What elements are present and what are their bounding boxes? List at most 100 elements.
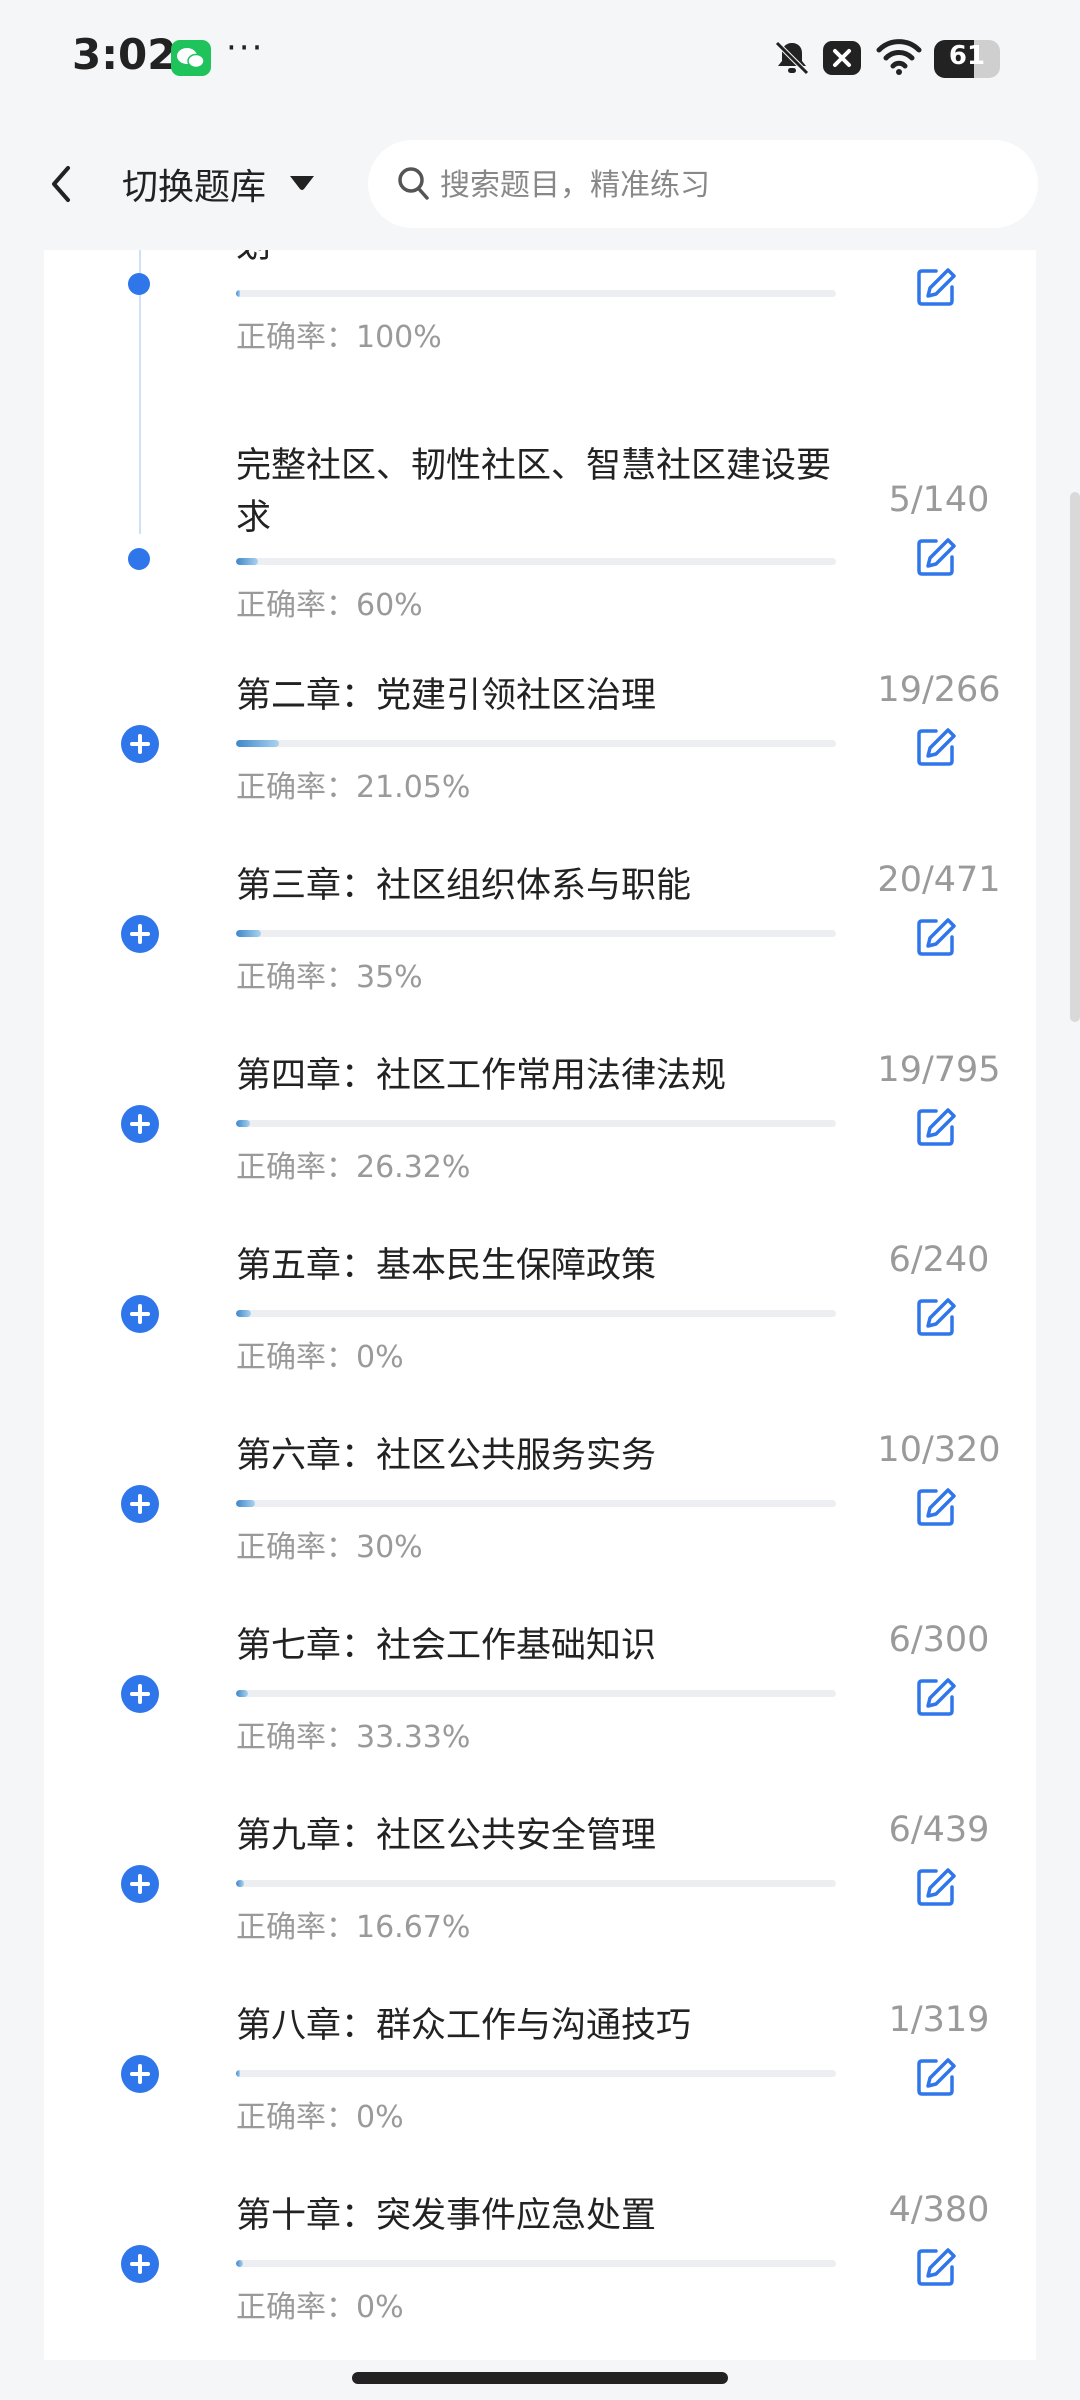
scrollbar[interactable]: [1070, 492, 1080, 1022]
chapter-row[interactable]: 完整社区、韧性社区、智慧社区建设要求 正确率：60% 5/140: [44, 440, 1036, 630]
chapter-row[interactable]: 第二章：党建引领社区治理正确率：21.05% 19/266: [44, 670, 1036, 860]
chapter-row[interactable]: 第九章：社区公共安全管理正确率：16.67% 6/439: [44, 1810, 1036, 2000]
status-bar: 3:02 ··· 61: [0, 0, 1080, 118]
edit-practice-icon[interactable]: [914, 1485, 958, 1533]
battery-icon: 61: [934, 40, 1000, 78]
question-count: 20/471: [877, 860, 1001, 900]
chapter-row[interactable]: 第十章：突发事件应急处置正确率：0% 4/380: [44, 2190, 1036, 2360]
progress-bar: [236, 558, 836, 565]
edit-practice-icon[interactable]: [914, 2055, 958, 2103]
accuracy-text: 正确率：35%: [236, 960, 423, 995]
progress-fill: [236, 558, 258, 565]
back-icon[interactable]: [44, 164, 80, 208]
progress-fill: [236, 1880, 245, 1887]
chapter-row[interactable]: 第三章：社区组织体系与职能正确率：35% 20/471: [44, 860, 1036, 1050]
chapter-title: 第五章：基本民生保障政策: [236, 1246, 657, 1286]
expand-plus-icon[interactable]: [121, 1865, 159, 1903]
more-dots-icon: ···: [226, 28, 265, 68]
chapter-title: 第三章：社区组织体系与职能: [236, 866, 692, 906]
chapter-list: 划正确率：100%1/140完整社区、韧性社区、智慧社区建设要求正确率：60%5…: [44, 250, 1036, 2360]
header: 切换题库: [0, 118, 1080, 250]
chapter-row[interactable]: 第七章：社会工作基础知识 正确率：33.33% 6/300: [44, 1620, 1036, 1810]
bell-off-icon: [772, 38, 812, 82]
timeline-dot-icon: [128, 273, 150, 295]
expand-plus-icon[interactable]: [121, 2245, 159, 2283]
search-input[interactable]: [438, 140, 1022, 230]
wechat-icon: [171, 40, 211, 76]
edit-practice-icon[interactable]: [914, 1865, 958, 1913]
expand-plus-icon[interactable]: [121, 725, 159, 763]
edit-practice-icon[interactable]: [914, 1105, 958, 1153]
chapter-title: 完整社区、韧性社区、智慧社区建设要求: [236, 446, 832, 538]
progress-bar: [236, 1690, 836, 1697]
progress-fill: [236, 930, 262, 937]
progress-fill: [236, 290, 241, 297]
edit-practice-icon[interactable]: [914, 1675, 958, 1723]
accuracy-text: 正确率：100%: [236, 320, 442, 355]
progress-bar: [236, 290, 836, 297]
expand-plus-icon[interactable]: [121, 1675, 159, 1713]
accuracy-text: 正确率：26.32%: [236, 1150, 471, 1185]
edit-practice-icon[interactable]: [914, 1295, 958, 1343]
edit-practice-icon[interactable]: [914, 915, 958, 963]
progress-fill: [236, 1690, 248, 1697]
chapter-row[interactable]: 第六章：社区公共服务实务正确率：30% 10/320: [44, 1430, 1036, 1620]
progress-fill: [236, 2070, 240, 2077]
chapter-title: 第八章：群众工作与沟通技巧: [236, 2006, 692, 2046]
accuracy-text: 正确率：21.05%: [236, 770, 471, 805]
chapter-row[interactable]: 第五章：基本民生保障政策正确率：0% 6/240: [44, 1240, 1036, 1430]
progress-bar: [236, 1120, 836, 1127]
timeline-dot-icon: [128, 548, 150, 570]
caret-down-icon[interactable]: [288, 174, 316, 196]
expand-plus-icon[interactable]: [121, 1295, 159, 1333]
edit-practice-icon[interactable]: [914, 2245, 958, 2293]
home-indicator[interactable]: [352, 2372, 728, 2384]
edit-practice-icon[interactable]: [914, 535, 958, 583]
progress-bar: [236, 2070, 836, 2077]
chapter-title: 第十章：突发事件应急处置: [236, 2196, 657, 2236]
chapter-title: 第九章：社区公共安全管理: [236, 1816, 657, 1856]
accuracy-text: 正确率：0%: [236, 1340, 404, 1375]
chapter-title: 第六章：社区公共服务实务: [236, 1436, 657, 1476]
question-count: 6/240: [888, 1240, 990, 1280]
chapter-row[interactable]: 第四章：社区工作常用法律法规正确率：26.32% 19/795: [44, 1050, 1036, 1240]
switch-bank-button[interactable]: 切换题库: [122, 158, 266, 210]
status-time: 3:02: [72, 30, 177, 79]
chapter-title: 第二章：党建引领社区治理: [236, 676, 657, 716]
progress-fill: [236, 740, 279, 747]
accuracy-text: 正确率：33.33%: [236, 1720, 471, 1755]
question-count: 19/266: [877, 670, 1001, 710]
search-icon: [396, 164, 432, 208]
progress-bar: [236, 740, 836, 747]
edit-practice-icon[interactable]: [914, 265, 958, 313]
accuracy-text: 正确率：16.67%: [236, 1910, 471, 1945]
chapter-row[interactable]: 划正确率：100%1/140: [44, 250, 1036, 400]
progress-fill: [236, 2260, 243, 2267]
accuracy-text: 正确率：60%: [236, 588, 423, 623]
progress-bar: [236, 930, 836, 937]
progress-bar: [236, 1880, 836, 1887]
question-count: 10/320: [877, 1430, 1001, 1470]
edit-practice-icon[interactable]: [914, 725, 958, 773]
expand-plus-icon[interactable]: [121, 1105, 159, 1143]
progress-bar: [236, 2260, 836, 2267]
accuracy-text: 正确率：0%: [236, 2100, 404, 2135]
expand-plus-icon[interactable]: [121, 915, 159, 953]
search-box[interactable]: [368, 140, 1038, 230]
question-count: 6/439: [888, 1810, 990, 1850]
accuracy-text: 正确率：30%: [236, 1530, 423, 1565]
accuracy-text: 正确率：0%: [236, 2290, 404, 2325]
progress-bar: [236, 1500, 836, 1507]
chapter-title: 划: [236, 250, 846, 272]
question-count: 4/380: [888, 2190, 990, 2230]
progress-bar: [236, 1310, 836, 1317]
chapter-title: 第四章：社区工作常用法律法规: [236, 1056, 727, 1096]
chapter-row[interactable]: 第八章：群众工作与沟通技巧正确率：0% 1/319: [44, 2000, 1036, 2190]
progress-fill: [236, 1120, 251, 1127]
question-count: 1/319: [888, 2000, 990, 2040]
expand-plus-icon[interactable]: [121, 1485, 159, 1523]
question-count: 19/795: [877, 1050, 1001, 1090]
x-badge-icon: [822, 40, 862, 80]
wifi-icon: [876, 36, 922, 80]
expand-plus-icon[interactable]: [121, 2055, 159, 2093]
